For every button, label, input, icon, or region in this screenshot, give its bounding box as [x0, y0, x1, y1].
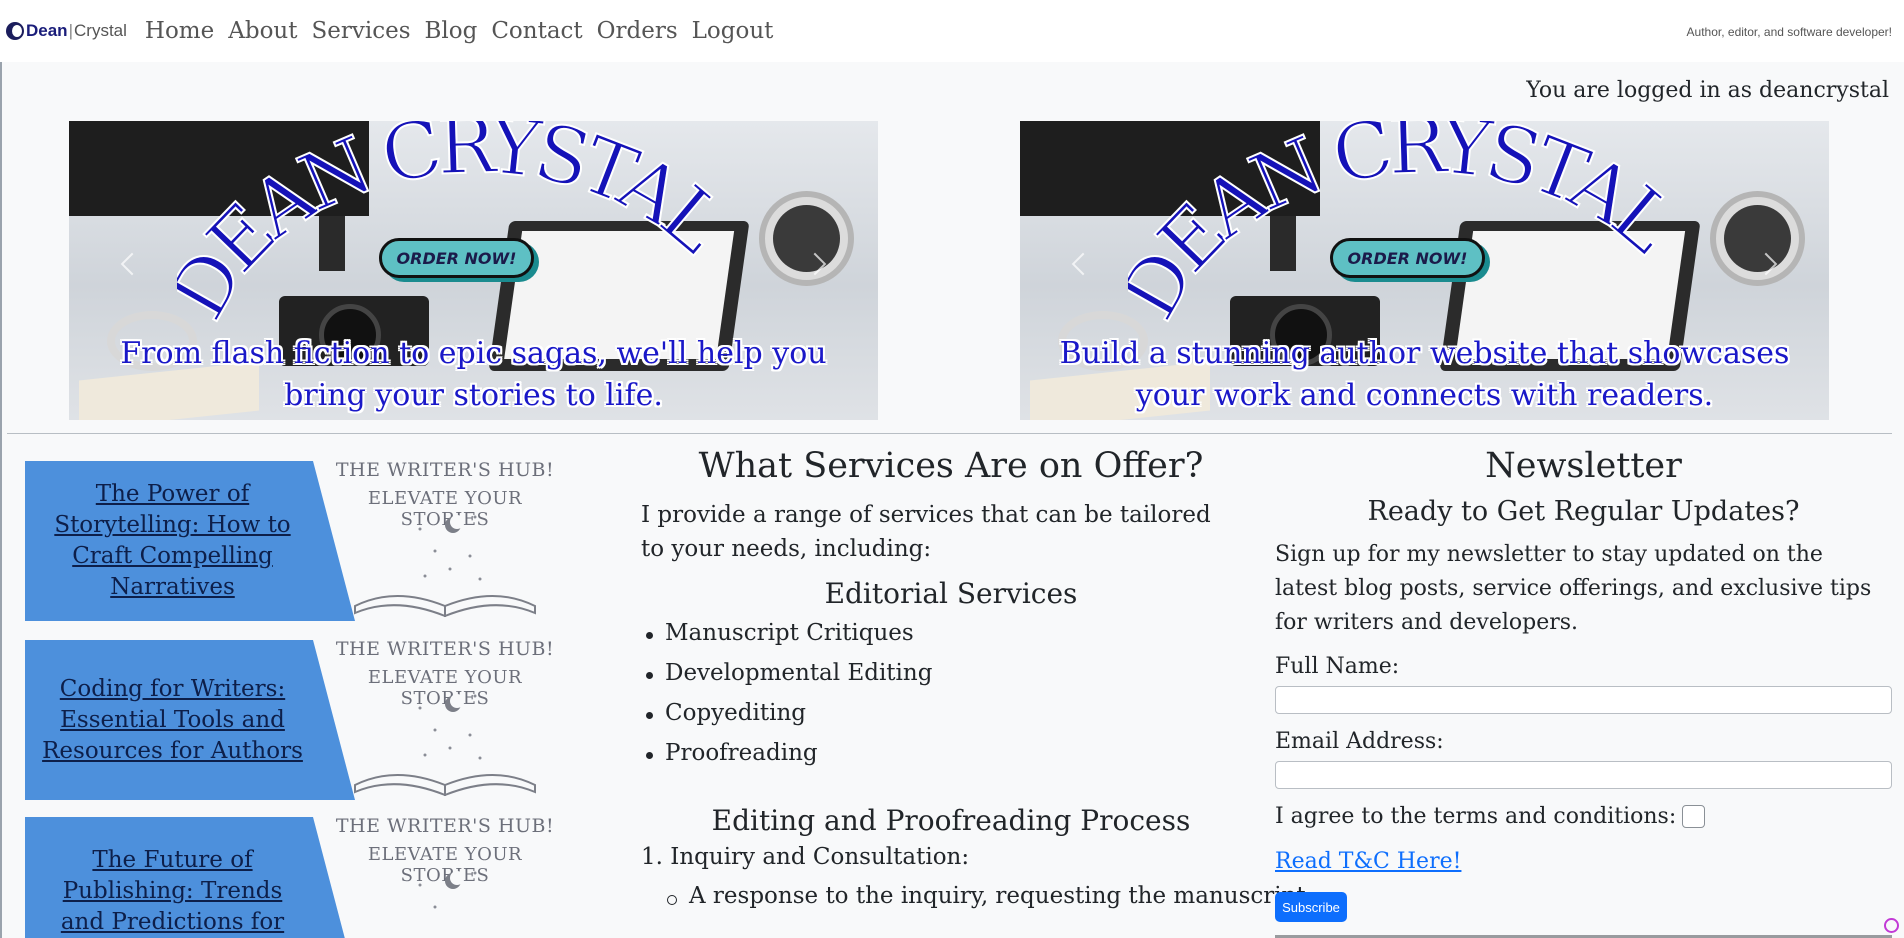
- full-name-label: Full Name:: [1275, 654, 1400, 679]
- process-step-1-detail: A response to the inquiry, requesting th…: [667, 883, 1306, 909]
- nav-links: Home About Services Blog Contact Orders …: [145, 18, 788, 44]
- writers-hub-image: THE WRITER'S HUB! ELEVATE YOUR STORIES: [325, 638, 565, 800]
- writers-hub-image: THE WRITER'S HUB! ELEVATE YOUR STORIES: [325, 459, 565, 621]
- brand-first: Dean: [26, 21, 68, 40]
- blog-card[interactable]: The Power of Storytelling: How to Craft …: [25, 459, 565, 621]
- banner-heading-text: DEAN CRYSTAL: [1128, 121, 1692, 334]
- list-item: Manuscript Critiques: [641, 617, 932, 657]
- banner-heading-path: DEAN CRYSTAL: [1128, 121, 1693, 335]
- newsletter-description: Sign up for my newsletter to stay update…: [1275, 542, 1872, 635]
- process-step-1: 1. Inquiry and Consultation:: [641, 844, 970, 870]
- editorial-heading: Editorial Services: [824, 577, 1078, 610]
- email-field[interactable]: [1275, 761, 1892, 789]
- full-name-field[interactable]: [1275, 686, 1892, 714]
- extension-icon[interactable]: [1884, 918, 1899, 933]
- banner-heading-arch: DEAN CRYSTAL: [177, 121, 742, 335]
- services-heading: What Services Are on Offer?: [698, 446, 1204, 486]
- newsletter-subheading: Ready to Get Regular Updates?: [1367, 496, 1800, 527]
- process-heading: Editing and Proofreading Process: [711, 804, 1191, 837]
- nav-about[interactable]: About: [228, 18, 297, 44]
- carousel-prev-icon[interactable]: [1071, 252, 1095, 276]
- newsletter-heading: Newsletter: [1485, 446, 1682, 486]
- banner-heading-path: DEAN CRYSTAL: [177, 121, 742, 335]
- subscribe-button[interactable]: Subscribe: [1275, 892, 1347, 922]
- carousel-prev-icon[interactable]: [120, 252, 144, 276]
- moon-logo-icon: [6, 22, 24, 40]
- list-item: Proofreading: [641, 737, 932, 777]
- open-book-icon: [418, 871, 477, 909]
- blog-post-link[interactable]: Coding for Writers: Essential Tools and …: [25, 640, 320, 800]
- banner-heading-arch: DEAN CRYSTAL: [1128, 121, 1693, 335]
- promo-carousel-2[interactable]: DEAN CRYSTAL ORDER NOW! Build a stunning…: [1020, 121, 1829, 420]
- open-book-icon: [354, 515, 536, 618]
- brand-separator: |: [68, 21, 73, 40]
- email-label: Email Address:: [1275, 729, 1444, 754]
- blog-card[interactable]: Coding for Writers: Essential Tools and …: [25, 638, 565, 800]
- banner-caption-line2: bring your stories to life.: [284, 378, 663, 413]
- brand-second: Crystal: [74, 21, 127, 40]
- services-intro: I provide a range of services that can b…: [641, 502, 1211, 562]
- list-item: Developmental Editing: [641, 657, 932, 697]
- order-now-badge[interactable]: ORDER NOW!: [1330, 238, 1485, 278]
- navbar: Dean | Crystal Home About Services Blog …: [0, 0, 1904, 62]
- editorial-list: Manuscript Critiques Developmental Editi…: [641, 617, 932, 777]
- banner-caption: Build a stunning author website that sho…: [1020, 333, 1829, 417]
- nav-blog[interactable]: Blog: [425, 18, 478, 44]
- window-edge: [0, 0, 2, 938]
- nav-orders[interactable]: Orders: [597, 18, 678, 44]
- promo-carousel-1[interactable]: DEAN CRYSTAL ORDER NOW! From flash ficti…: [69, 121, 878, 420]
- banner-caption-line2: your work and connects with readers.: [1135, 378, 1714, 413]
- terms-label: I agree to the terms and conditions:: [1275, 804, 1677, 829]
- brand-logo-link[interactable]: Dean | Crystal: [6, 21, 127, 41]
- nav-home[interactable]: Home: [145, 18, 214, 44]
- terms-link[interactable]: Read T&C Here!: [1275, 849, 1461, 874]
- nav-logout[interactable]: Logout: [692, 18, 774, 44]
- banner-caption-line1: From flash fiction to epic sagas, we'll …: [120, 336, 827, 371]
- order-now-badge[interactable]: ORDER NOW!: [379, 238, 534, 278]
- logged-in-status: You are logged in as deancrystal: [1526, 78, 1889, 103]
- nav-contact[interactable]: Contact: [491, 18, 582, 44]
- blog-post-link[interactable]: The Power of Storytelling: How to Craft …: [25, 461, 320, 621]
- blog-post-link[interactable]: The Future of Publishing: Trends and Pre…: [25, 817, 320, 938]
- blog-card[interactable]: The Future of Publishing: Trends and Pre…: [25, 815, 565, 938]
- writers-hub-image: THE WRITER'S HUB! ELEVATE YOUR STORIES: [325, 815, 565, 938]
- banner-caption: From flash fiction to epic sagas, we'll …: [69, 333, 878, 417]
- open-book-icon: [354, 694, 536, 797]
- nav-services[interactable]: Services: [311, 18, 410, 44]
- terms-row: I agree to the terms and conditions:: [1275, 804, 1706, 829]
- site-tagline: Author, editor, and software developer!: [1686, 25, 1892, 39]
- terms-checkbox[interactable]: [1682, 805, 1706, 828]
- banner-heading-text: DEAN CRYSTAL: [177, 121, 741, 334]
- banner-caption-line1: Build a stunning author website that sho…: [1059, 336, 1790, 371]
- list-item: Copyediting: [641, 697, 932, 737]
- section-divider: [7, 433, 1892, 434]
